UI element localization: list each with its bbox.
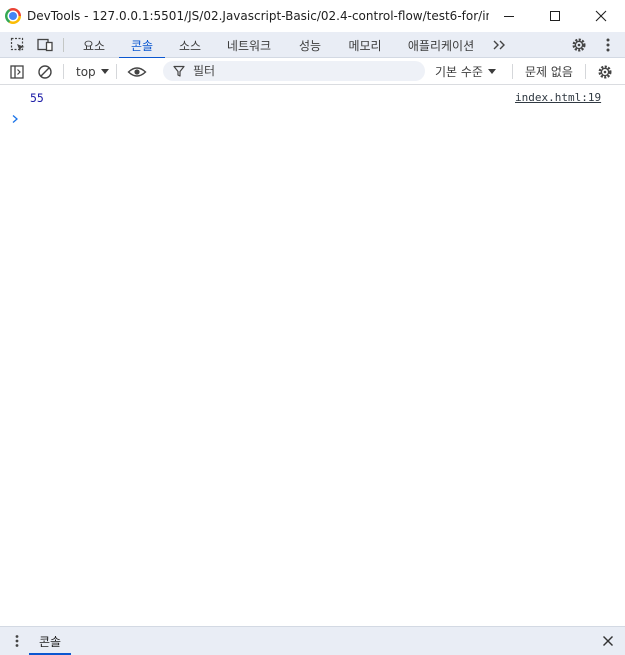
more-options-icon [606, 38, 610, 52]
console-message: 55 index.html:19 [0, 86, 625, 110]
tab-sources[interactable]: 소스 [168, 32, 212, 58]
filter-icon [173, 65, 185, 77]
console-prompt[interactable] [10, 113, 20, 128]
tab-elements[interactable]: 요소 [72, 32, 116, 58]
filter-input[interactable] [193, 64, 413, 78]
drawer-close-button[interactable] [597, 627, 619, 655]
toolbar-divider [116, 64, 117, 79]
window-title-bar: DevTools - 127.0.0.1:5501/JS/02.Javascri… [0, 0, 625, 32]
console-message-source-link[interactable]: index.html:19 [515, 91, 601, 104]
maximize-icon [550, 11, 560, 21]
context-selector[interactable]: top [76, 58, 109, 85]
more-options-icon [15, 635, 19, 647]
console-message-value: 55 [30, 91, 44, 105]
sidebar-toggle-icon [10, 64, 24, 79]
issues-counter[interactable]: 문제 없음 [525, 58, 573, 85]
clear-console-icon [38, 64, 52, 79]
toolbar-divider [63, 64, 64, 79]
more-tabs-icon [493, 40, 505, 50]
close-icon [595, 10, 607, 22]
tab-performance[interactable]: 성능 [288, 32, 332, 58]
minimize-icon [504, 16, 514, 17]
window-title: DevTools - 127.0.0.1:5501/JS/02.Javascri… [27, 9, 489, 23]
close-icon [603, 636, 613, 646]
inspect-element-button[interactable] [7, 32, 29, 58]
console-output[interactable]: 55 index.html:19 [0, 86, 625, 626]
console-toolbar: top 기본 수준 문제 없음 [0, 58, 625, 85]
live-expression-button[interactable] [125, 58, 149, 85]
drawer-tab-bar: 콘솔 [0, 626, 625, 655]
toolbar-divider [585, 64, 586, 79]
drawer-menu-button[interactable] [6, 627, 28, 655]
chevron-down-icon [487, 69, 496, 74]
prompt-chevron-icon [12, 115, 18, 123]
device-toolbar-icon [37, 38, 53, 52]
inspect-element-icon [10, 37, 25, 52]
sidebar-toggle-button[interactable] [6, 58, 28, 85]
drawer-tab-console[interactable]: 콘솔 [29, 627, 71, 655]
eye-icon [127, 66, 147, 77]
chevron-down-icon [100, 69, 109, 74]
log-levels-value: 기본 수준 [435, 65, 483, 79]
more-options-button[interactable] [597, 32, 619, 58]
device-toolbar-button[interactable] [34, 32, 56, 58]
tab-application[interactable]: 애플리케이션 [400, 32, 482, 58]
minimize-button[interactable] [486, 0, 532, 32]
clear-console-button[interactable] [34, 58, 56, 85]
tab-console[interactable]: 콘솔 [119, 32, 165, 59]
close-window-button[interactable] [578, 0, 624, 32]
chrome-logo-icon [5, 8, 21, 24]
log-levels-dropdown[interactable]: 기본 수준 [435, 58, 496, 85]
tab-network[interactable]: 네트워크 [216, 32, 282, 58]
settings-button[interactable] [568, 32, 590, 58]
tab-memory[interactable]: 메모리 [338, 32, 392, 58]
more-tabs-button[interactable] [488, 32, 510, 58]
settings-icon [598, 64, 612, 79]
context-selector-value: top [76, 64, 96, 79]
console-settings-button[interactable] [594, 58, 616, 85]
issues-label: 문제 없음 [525, 65, 573, 79]
settings-icon [572, 38, 586, 52]
toolbar-divider [63, 38, 64, 52]
filter-field[interactable] [163, 61, 425, 81]
devtools-tab-bar: 요소 콘솔 소스 네트워크 성능 메모리 애플리케이션 [0, 32, 625, 59]
maximize-button[interactable] [532, 0, 578, 32]
toolbar-divider [512, 64, 513, 79]
